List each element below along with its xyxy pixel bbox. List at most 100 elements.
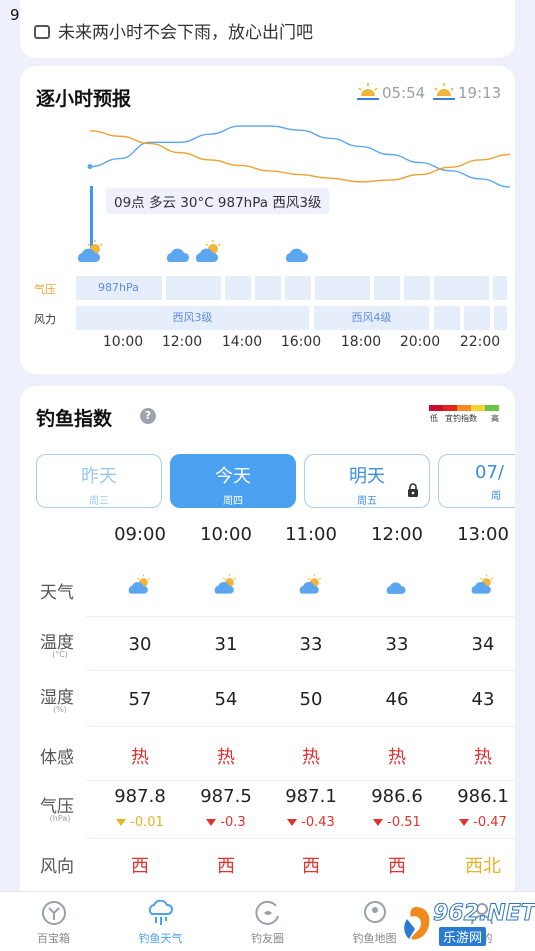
pressure-cell[interactable] (315, 276, 370, 300)
row-divider (86, 616, 515, 617)
wind-dir-value: 西北 (465, 856, 501, 877)
tab-day: 07/ (475, 462, 504, 483)
help-icon[interactable]: ? (140, 408, 156, 424)
pressure-row-label: 气压 (34, 283, 56, 296)
feel-value: 热 (302, 747, 320, 768)
pressure-delta: -0.47 (440, 815, 515, 830)
row-divider (86, 838, 515, 839)
wind-cell[interactable]: 西风3级 (76, 306, 309, 330)
partly-cloudy-icon (214, 574, 236, 594)
hour-header: 11:00 (285, 524, 337, 545)
tab-date[interactable]: 07/ 周 (438, 454, 515, 508)
temperature-value: 31 (214, 634, 238, 655)
nav-angler-circle[interactable]: 钓友圈 (214, 892, 321, 951)
x-tick: 18:00 (340, 334, 382, 350)
pressure-delta-value: -0.01 (130, 815, 164, 830)
pressure-delta-value: -0.43 (301, 815, 335, 830)
pressure-delta-value: -0.3 (220, 815, 246, 830)
fishing-index-card: 钓鱼指数 ? 低 宜钓指数 高 昨天 周三 今天 周四 明天 周五 07/ 周 … (20, 386, 515, 906)
x-tick: 20:00 (399, 334, 441, 350)
legend-mid: 宜钓指数 (445, 414, 477, 423)
lock-icon (408, 483, 418, 497)
wind-dir-value: 西 (217, 856, 235, 877)
down-triangle-icon (287, 819, 298, 826)
hour-header: 12:00 (371, 524, 423, 545)
legend-swatch (457, 405, 471, 411)
x-tick: 10:00 (102, 334, 144, 350)
row-divider (86, 670, 515, 671)
row-label-weather: 天气 (40, 583, 74, 603)
watermark-sub: 乐游网 (439, 927, 487, 946)
wind-dir-value: 西 (302, 856, 320, 877)
pressure-cell[interactable] (285, 276, 311, 300)
temperature-value: 34 (471, 634, 495, 655)
cloud-icon (166, 248, 190, 262)
temperature-value: 33 (299, 634, 323, 655)
hour-header: 13:00 (457, 524, 509, 545)
tab-today[interactable]: 今天 周四 (170, 454, 296, 508)
tab-yesterday[interactable]: 昨天 周三 (36, 454, 162, 508)
pressure-cell[interactable]: 987hPa (76, 276, 162, 300)
rain-tip-card: 未来两小时不会下雨，放心出门吧 (20, 0, 515, 58)
rain-tip-text: 未来两小时不会下雨，放心出门吧 (58, 23, 313, 43)
pressure-cell[interactable] (255, 276, 281, 300)
legend-swatch (443, 405, 457, 411)
wind-cell[interactable]: 西风4级 (314, 306, 429, 330)
tab-weekday: 周 (491, 491, 501, 502)
wind-cell[interactable] (464, 306, 490, 330)
pressure-value: 987.8 (114, 786, 166, 807)
tab-day: 今天 (215, 466, 251, 487)
pressure-value: 987.1 (285, 786, 337, 807)
cloud-icon (386, 582, 406, 594)
x-tick: 22:00 (459, 334, 501, 350)
hour-tooltip: 09点 多云 30°C 987hPa 西风3级 (106, 188, 330, 214)
humidity-value: 54 (214, 689, 238, 710)
wind-cell[interactable] (494, 306, 507, 330)
pressure-cell[interactable] (225, 276, 251, 300)
humidity-value: 50 (299, 689, 323, 710)
hourly-chart[interactable] (20, 106, 515, 196)
down-triangle-icon (373, 819, 384, 826)
feel-value: 热 (131, 747, 149, 768)
wind-cell[interactable] (434, 306, 460, 330)
fish-circle-icon (254, 900, 279, 925)
pressure-cell[interactable] (374, 276, 400, 300)
nav-fishing-weather[interactable]: 钓鱼天气 (107, 892, 214, 951)
down-triangle-icon (116, 819, 127, 826)
partly-cloudy-icon (471, 574, 493, 594)
x-tick: 16:00 (280, 334, 322, 350)
pressure-delta: -0.43 (268, 815, 354, 830)
pressure-delta-value: -0.47 (473, 815, 507, 830)
legend-high: 高 (491, 414, 499, 423)
pressure-value: 987.5 (200, 786, 252, 807)
hour-header: 09:00 (114, 524, 166, 545)
humidity-value: 46 (385, 689, 409, 710)
pressure-delta: -0.3 (183, 815, 269, 830)
pressure-cell[interactable] (493, 276, 507, 300)
row-unit-humidity: (%) (53, 705, 67, 714)
tab-weekday: 周三 (89, 496, 109, 507)
temperature-value: 33 (385, 634, 409, 655)
compass-icon (41, 901, 66, 925)
temperature-point (87, 164, 93, 170)
down-triangle-icon (206, 819, 217, 826)
sunset-time: 19:13 (458, 84, 502, 102)
tab-weekday: 周四 (223, 496, 243, 507)
pressure-cell[interactable] (404, 276, 430, 300)
pressure-line (89, 130, 511, 183)
temperature-line (89, 125, 511, 188)
humidity-value: 57 (128, 689, 152, 710)
tab-tomorrow[interactable]: 明天 周五 (304, 454, 430, 508)
hour-header: 10:00 (200, 524, 252, 545)
nav-label: 钓友圈 (251, 932, 284, 945)
tab-day: 昨天 (81, 466, 117, 487)
pressure-cell[interactable] (166, 276, 221, 300)
nav-toolbox[interactable]: 百宝箱 (0, 892, 107, 951)
row-divider (86, 726, 515, 727)
row-divider (86, 780, 515, 781)
pressure-delta: -0.01 (97, 815, 183, 830)
legend-swatch (429, 405, 443, 411)
sunset-icon (433, 83, 455, 100)
pressure-cell[interactable] (434, 276, 489, 300)
row-unit-pressure: (hPa) (49, 814, 71, 823)
